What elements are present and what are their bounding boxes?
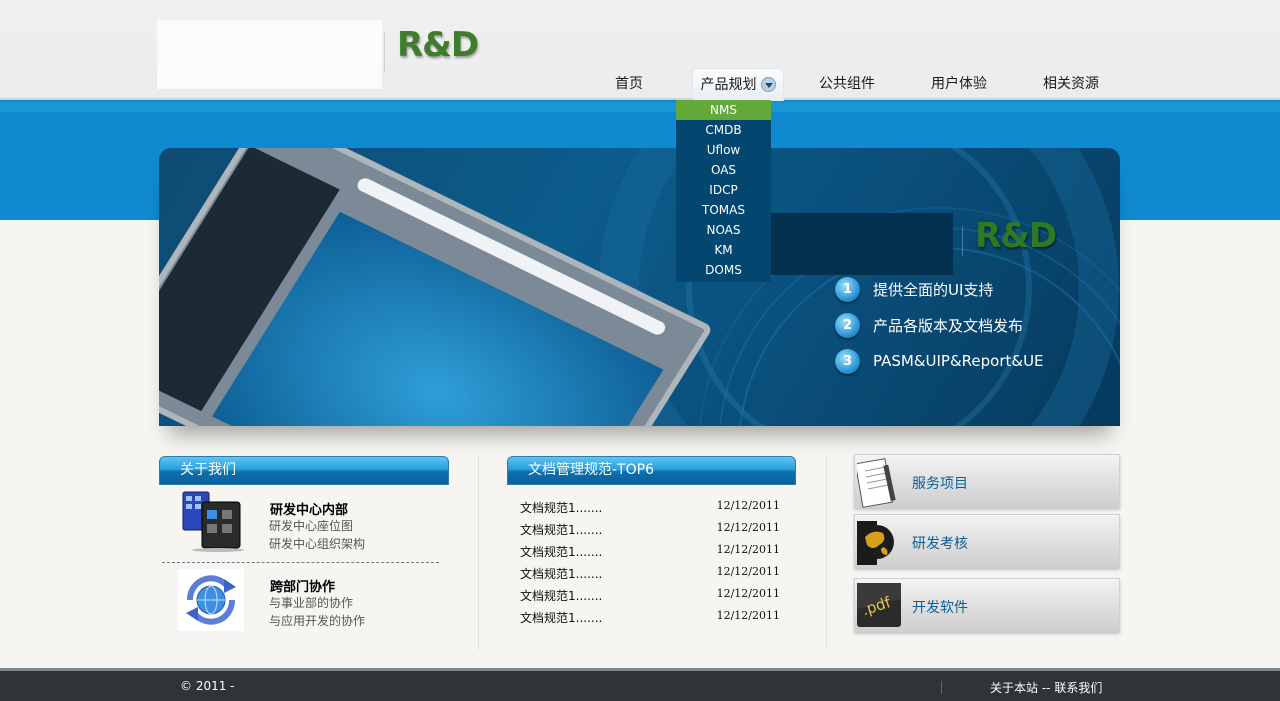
menu-item-idcp[interactable]: IDCP bbox=[676, 180, 771, 200]
product-dropdown-menu: NMS CMDB Uflow OAS IDCP TOMAS NOAS KM DO… bbox=[676, 100, 771, 282]
banner-logo-text: R&D bbox=[975, 216, 1057, 256]
nav-item-label: 首页 bbox=[615, 76, 643, 92]
feature-item: 1 提供全面的UI支持 bbox=[835, 276, 993, 302]
notepad-pen-icon bbox=[857, 458, 896, 508]
doc-title[interactable]: 文档规范1....... bbox=[520, 499, 602, 521]
copyright-text: © 2011 - bbox=[180, 679, 235, 693]
contact-link[interactable]: 联系我们 bbox=[1054, 681, 1102, 695]
doc-title[interactable]: 文档规范1....... bbox=[520, 587, 602, 609]
nav-item-public-components[interactable]: 公共组件 bbox=[798, 68, 896, 101]
column-divider bbox=[478, 456, 479, 650]
footer-link-separator: -- bbox=[1038, 681, 1055, 695]
logo-area[interactable] bbox=[157, 20, 382, 89]
doc-date: 12/12/2011 bbox=[716, 521, 780, 534]
number-badge-icon: 1 bbox=[835, 276, 860, 302]
refresh-globe-icon bbox=[178, 569, 244, 631]
nav-item-product-planning[interactable]: 产品规划 bbox=[692, 68, 784, 101]
nav-item-label: 相关资源 bbox=[1043, 76, 1099, 92]
number-badge-icon: 2 bbox=[835, 312, 860, 338]
menu-item-oas[interactable]: OAS bbox=[676, 160, 771, 180]
about-block-title[interactable]: 研发中心内部 bbox=[270, 499, 348, 518]
logo-text[interactable]: R&D bbox=[397, 25, 479, 65]
feature-item: 2 产品各版本及文档发布 bbox=[835, 312, 1023, 338]
menu-item-doms[interactable]: DOMS bbox=[676, 260, 771, 280]
about-site-link[interactable]: 关于本站 bbox=[990, 681, 1038, 695]
dashed-divider bbox=[162, 562, 439, 563]
service-button-assessment[interactable]: 研发考核 bbox=[854, 514, 1120, 568]
menu-item-tomas[interactable]: TOMAS bbox=[676, 200, 771, 220]
nav-item-user-experience[interactable]: 用户体验 bbox=[910, 68, 1008, 101]
nav-item-label: 公共组件 bbox=[819, 76, 875, 92]
menu-item-nms[interactable]: NMS bbox=[676, 100, 771, 120]
menu-item-uflow[interactable]: Uflow bbox=[676, 140, 771, 160]
doc-title[interactable]: 文档规范1....... bbox=[520, 543, 602, 565]
column-divider bbox=[826, 456, 827, 650]
about-link[interactable]: 与事业部的协作 bbox=[269, 594, 353, 611]
main-nav: 首页 产品规划 公共组件 用户体验 相关资源 bbox=[580, 68, 1134, 102]
service-label: 研发考核 bbox=[912, 536, 968, 552]
menu-item-noas[interactable]: NOAS bbox=[676, 220, 771, 240]
about-heading: 关于我们 bbox=[159, 456, 449, 485]
feature-item: 3 PASM&UIP&Report&UE bbox=[835, 348, 1044, 374]
docs-heading: 文档管理规范-TOP6 bbox=[507, 456, 796, 485]
about-link[interactable]: 研发中心组织架构 bbox=[269, 535, 365, 552]
about-block-title[interactable]: 跨部门协作 bbox=[270, 576, 335, 595]
chevron-down-icon[interactable] bbox=[760, 76, 776, 92]
footer-links: 关于本站 -- 联系我们 bbox=[990, 679, 1102, 696]
doc-date: 12/12/2011 bbox=[716, 609, 780, 622]
about-link[interactable]: 与应用开发的协作 bbox=[269, 612, 365, 629]
footer-divider bbox=[941, 681, 942, 694]
doc-date: 12/12/2011 bbox=[716, 499, 780, 512]
doc-date: 12/12/2011 bbox=[716, 587, 780, 600]
hero-banner: R&D 1 提供全面的UI支持 2 产品各版本及文档发布 3 PASM&UIP&… bbox=[159, 148, 1120, 426]
blue-band bbox=[0, 102, 1280, 112]
table-row[interactable]: 文档规范1....... 12/12/2011 bbox=[520, 543, 780, 565]
number-badge-icon: 3 bbox=[835, 348, 860, 374]
logo-divider bbox=[384, 32, 385, 72]
doc-date: 12/12/2011 bbox=[716, 543, 780, 556]
globe-icon bbox=[857, 521, 894, 565]
building-icon bbox=[182, 491, 244, 552]
pdf-icon: .pdf bbox=[857, 583, 901, 627]
feature-text: 产品各版本及文档发布 bbox=[873, 316, 1024, 335]
doc-title[interactable]: 文档规范1....... bbox=[520, 521, 602, 543]
doc-date: 12/12/2011 bbox=[716, 565, 780, 578]
header: R&D 首页 产品规划 公共组件 用户体验 相关资源 bbox=[0, 0, 1280, 102]
table-row[interactable]: 文档规范1....... 12/12/2011 bbox=[520, 587, 780, 609]
service-label: 开发软件 bbox=[912, 600, 968, 616]
service-button-projects[interactable]: 服务项目 bbox=[854, 454, 1120, 508]
service-button-software[interactable]: .pdf 开发软件 bbox=[854, 578, 1120, 632]
feature-text: PASM&UIP&Report&UE bbox=[873, 352, 1044, 370]
table-row[interactable]: 文档规范1....... 12/12/2011 bbox=[520, 521, 780, 543]
service-label: 服务项目 bbox=[912, 476, 968, 492]
banner-logo-box bbox=[767, 213, 953, 275]
footer: © 2011 - 关于本站 -- 联系我们 bbox=[0, 668, 1280, 701]
about-link[interactable]: 研发中心座位图 bbox=[269, 517, 353, 534]
doc-title[interactable]: 文档规范1....... bbox=[520, 565, 602, 587]
nav-item-label: 产品规划 bbox=[700, 77, 757, 93]
feature-text: 提供全面的UI支持 bbox=[873, 280, 994, 299]
nav-item-home[interactable]: 首页 bbox=[580, 68, 678, 101]
nav-item-resources[interactable]: 相关资源 bbox=[1022, 68, 1120, 101]
menu-item-km[interactable]: KM bbox=[676, 240, 771, 260]
table-row[interactable]: 文档规范1....... 12/12/2011 bbox=[520, 565, 780, 587]
nav-item-label: 用户体验 bbox=[931, 76, 987, 92]
banner-logo-divider bbox=[962, 226, 963, 256]
menu-item-cmdb[interactable]: CMDB bbox=[676, 120, 771, 140]
table-row[interactable]: 文档规范1....... 12/12/2011 bbox=[520, 499, 780, 521]
doc-title[interactable]: 文档规范1....... bbox=[520, 609, 602, 631]
table-row[interactable]: 文档规范1....... 12/12/2011 bbox=[520, 609, 780, 631]
